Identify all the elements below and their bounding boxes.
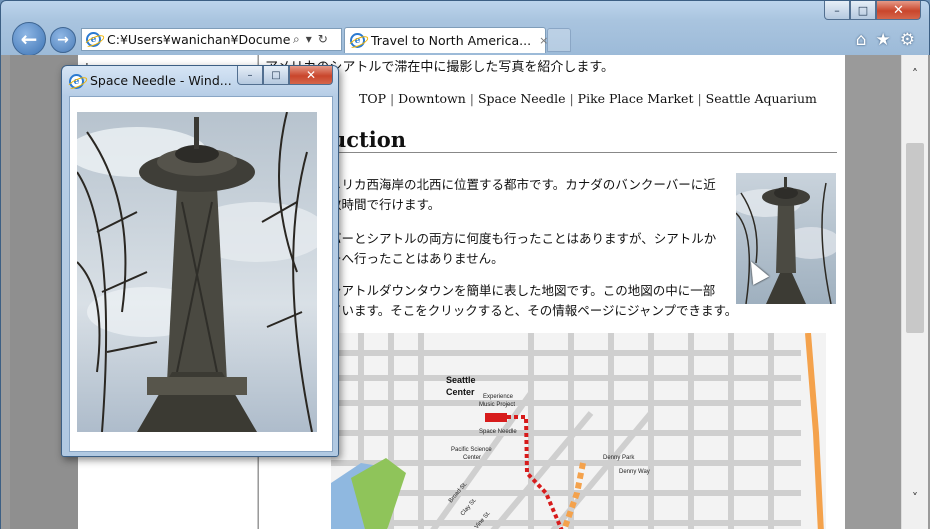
heading-rule (319, 152, 837, 153)
section-heading: uction (331, 127, 407, 152)
map-label-center: Center (446, 387, 475, 397)
downtown-map[interactable]: Seattle Center Experience Music Project … (331, 333, 826, 529)
tab-title: Travel to North America... (371, 33, 532, 48)
ie-icon: e (86, 32, 101, 47)
map-label-pacific-2: Center (463, 455, 481, 461)
nav-link-downtown[interactable]: Downtown (398, 91, 466, 106)
space-needle-marker (485, 413, 507, 422)
space-needle-thumbnail[interactable] (736, 173, 836, 304)
scroll-thumb[interactable] (906, 143, 924, 333)
scroll-down-icon[interactable]: ˅ (907, 491, 923, 505)
maximize-button[interactable]: □ (850, 1, 876, 20)
map-label-space-needle: Space Needle (479, 429, 517, 435)
ie-icon: e (69, 74, 84, 89)
map-label-denny-park: Denny Park (603, 455, 635, 461)
map-label-denny-way: Denny Way (619, 469, 650, 475)
forward-button[interactable]: → (50, 27, 76, 53)
refresh-icon[interactable]: ↻ (318, 32, 328, 47)
popup-minimize-button[interactable]: – (237, 66, 263, 85)
nav-link-top[interactable]: TOP (359, 91, 386, 106)
close-button[interactable]: ✕ (876, 1, 921, 20)
popup-caption-buttons: – □ ✕ (237, 66, 333, 85)
paragraph-3: シアトルダウンタウンを簡単に表した地図です。この地図の中に一部 ています。そこを… (329, 283, 738, 318)
page-content: アメリカのシアトルで滞在中に撮影した写真を紹介します。 TOP | Downto… (259, 55, 845, 529)
map-label-emp-2: Music Project (479, 402, 515, 408)
minimize-button[interactable]: – (824, 1, 850, 20)
home-icon[interactable]: ⌂ (856, 30, 867, 50)
window-caption-buttons: – □ ✕ (824, 1, 921, 20)
popup-maximize-button[interactable]: □ (263, 66, 289, 85)
popup-window: e Space Needle - Wind... – □ ✕ (61, 65, 339, 457)
back-button[interactable]: ← (12, 22, 46, 56)
paragraph-1: メリカ西海岸の北西に位置する都市です。カナダのバンクーバーに近 数時間で行けます… (329, 177, 716, 212)
page-nav-links: TOP | Downtown | Space Needle | Pike Pla… (359, 91, 817, 106)
toolbar-icons: ⌂ ★ ⚙ (856, 30, 915, 50)
nav-link-space-needle[interactable]: Space Needle (478, 91, 566, 106)
map-label-emp-1: Experience (483, 394, 514, 400)
ie-icon: e (350, 33, 365, 48)
address-actions: ⌕ ▾ ↻ (293, 32, 328, 47)
vertical-scrollbar[interactable]: ˄ ˅ (901, 55, 928, 529)
new-tab-button[interactable] (547, 28, 571, 52)
favorites-star-icon[interactable]: ★ (876, 30, 891, 50)
nav-link-pike-place[interactable]: Pike Place Market (578, 91, 694, 106)
chevron-down-icon[interactable]: ▾ (306, 32, 312, 47)
popup-content (69, 96, 333, 452)
paragraph-2: バーとシアトルの両方に何度も行ったことはありますが、シアトルか ーへ行ったことは… (329, 231, 717, 266)
tab-travel[interactable]: e Travel to North America... × (344, 27, 548, 53)
map-label-pacific-1: Pacific Science (451, 447, 492, 453)
space-needle-photo (77, 112, 317, 432)
map-label-seattle: Seattle (446, 375, 476, 385)
popup-close-button[interactable]: ✕ (289, 66, 333, 85)
scroll-up-icon[interactable]: ˄ (907, 67, 923, 81)
popup-title: Space Needle - Wind... (90, 73, 232, 88)
gear-icon[interactable]: ⚙ (900, 30, 915, 50)
search-icon[interactable]: ⌕ (293, 32, 300, 47)
address-text[interactable]: C:¥Users¥wanichan¥Document (107, 32, 291, 47)
address-bar[interactable]: e C:¥Users¥wanichan¥Document ⌕ ▾ ↻ (81, 28, 342, 51)
nav-link-aquarium[interactable]: Seattle Aquarium (706, 91, 817, 106)
